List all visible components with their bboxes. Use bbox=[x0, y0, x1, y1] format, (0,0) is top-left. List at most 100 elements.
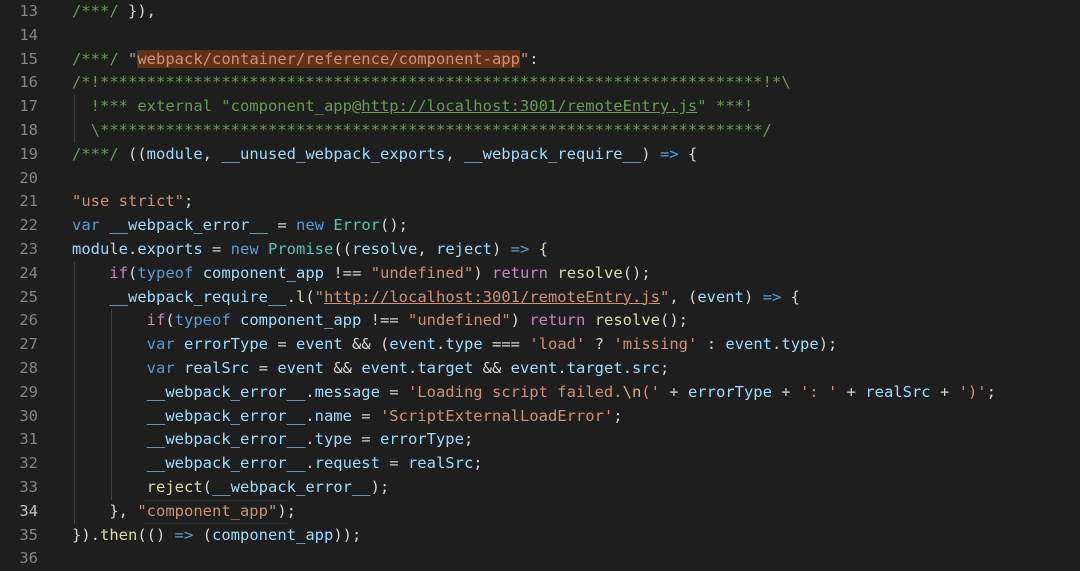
code-text: __webpack_error__.request = realSrc; bbox=[72, 452, 483, 476]
code-line[interactable]: 29 __webpack_error__.message = 'Loading … bbox=[0, 380, 1080, 405]
code-token: (( bbox=[128, 144, 147, 163]
code-token: Error bbox=[333, 216, 380, 235]
code-token: && ( bbox=[342, 335, 390, 354]
code-token: . bbox=[128, 239, 138, 258]
code-line[interactable]: 23 module.exports = new Promise((resolve,… bbox=[0, 238, 1080, 262]
line-number: 36 bbox=[19, 549, 38, 568]
code-token: " ***! bbox=[697, 97, 754, 116]
code-token: ( bbox=[193, 525, 212, 544]
code-line[interactable]: 14 bbox=[0, 24, 1080, 48]
code-token: }). bbox=[72, 525, 100, 544]
code-line[interactable]: 34 }, "component_app"); bbox=[0, 499, 1080, 524]
code-text: \***************************************… bbox=[72, 119, 772, 143]
code-token: return bbox=[529, 311, 586, 330]
code-token: realSrc bbox=[865, 382, 931, 401]
code-line[interactable]: 16 /*!***********************************… bbox=[0, 71, 1080, 95]
code-token: if bbox=[146, 311, 166, 330]
code-line[interactable]: 28 var realSrc = event && event.target &… bbox=[0, 356, 1080, 381]
code-token: && bbox=[473, 358, 511, 377]
code-text: var realSrc = event && event.target && e… bbox=[72, 357, 670, 381]
code-line[interactable]: 20 bbox=[0, 167, 1080, 191]
code-line[interactable]: 26 if(typeof component_app !== "undefine… bbox=[0, 309, 1080, 334]
line-number: 20 bbox=[19, 168, 38, 187]
code-text: if(typeof component_app !== "undefined")… bbox=[72, 309, 688, 333]
code-line[interactable]: 18 \************************************… bbox=[0, 118, 1080, 143]
code-token: . bbox=[305, 406, 315, 425]
code-line[interactable]: 32 __webpack_error__.request = realSrc; bbox=[0, 452, 1080, 476]
code-token: module bbox=[72, 239, 128, 258]
code-token: __unused_webpack_exports bbox=[221, 144, 446, 163]
code-token: = bbox=[202, 239, 231, 258]
code-line[interactable]: 33 reject(__webpack_error__); bbox=[0, 475, 1080, 500]
code-line[interactable]: 13 /***/ }), bbox=[0, 0, 1080, 24]
code-line[interactable]: 27 var errorType = event && (event.type … bbox=[0, 333, 1080, 357]
code-token: return bbox=[492, 263, 549, 282]
code-token: __webpack_require__ bbox=[463, 144, 642, 163]
code-token: ; bbox=[463, 430, 474, 449]
code-token: { bbox=[781, 287, 800, 306]
code-token: (( bbox=[333, 239, 353, 258]
code-text: __webpack_error__.name = 'ScriptExternal… bbox=[72, 405, 623, 429]
code-line[interactable]: 15 /***/ "webpack/container/reference/com… bbox=[0, 48, 1080, 72]
code-token: = bbox=[351, 430, 380, 449]
code-token: 'ScriptExternalLoadError' bbox=[379, 406, 614, 425]
code-text: /***/ ((module, __unused_webpack_exports… bbox=[72, 143, 697, 167]
code-line[interactable]: 36 bbox=[0, 547, 1080, 571]
code-token: . bbox=[622, 358, 633, 377]
line-number: 29 bbox=[19, 382, 38, 401]
code-token: ); bbox=[370, 477, 390, 496]
code-token: (' bbox=[641, 382, 660, 401]
line-number: 16 bbox=[19, 73, 38, 92]
line-number: 32 bbox=[19, 454, 38, 473]
code-line[interactable]: 24 if(typeof component_app !== "undefine… bbox=[0, 261, 1080, 286]
code-token: __webpack_error__ bbox=[212, 477, 371, 496]
code-token: ) bbox=[492, 239, 511, 258]
code-token: resolve bbox=[557, 263, 623, 282]
line-number: 27 bbox=[19, 335, 38, 354]
code-token: !*** external "component_app@ bbox=[72, 97, 362, 116]
code-token: 'Loading script failed. bbox=[407, 382, 623, 401]
code-text: "use strict"; bbox=[72, 190, 193, 214]
code-editor[interactable]: 13/***/ }), 14 15/***/ "webpack/container/… bbox=[0, 0, 1080, 567]
code-token: . bbox=[557, 358, 567, 377]
line-number: 19 bbox=[19, 144, 38, 163]
code-line[interactable]: 31 __webpack_error__.type = errorType; bbox=[0, 428, 1080, 453]
code-text: /***/ "webpack/container/reference/compo… bbox=[72, 48, 539, 72]
line-number: 25 bbox=[19, 287, 38, 306]
code-line[interactable]: 19 /***/ ((module, __unused_webpack_expor… bbox=[0, 143, 1080, 167]
code-token: "use strict" bbox=[72, 192, 184, 211]
code-token: component_app bbox=[202, 263, 325, 282]
code-token: \***************************************… bbox=[72, 120, 772, 139]
code-token: 'missing' bbox=[613, 335, 698, 354]
code-line[interactable]: 21 "use strict"; bbox=[0, 190, 1080, 214]
code-token: var bbox=[72, 216, 100, 235]
code-token: === bbox=[482, 335, 530, 354]
code-token: => bbox=[510, 239, 530, 258]
code-line[interactable]: 22 var __webpack_error__ = new Error(); bbox=[0, 214, 1080, 238]
code-line[interactable]: 25 __webpack_require__.l("http://localho… bbox=[0, 285, 1080, 310]
code-line[interactable]: 30 __webpack_error__.name = 'ScriptExter… bbox=[0, 404, 1080, 429]
code-line[interactable]: 17 !*** external "component_app@http://l… bbox=[0, 95, 1080, 119]
code-token: + bbox=[659, 382, 688, 401]
code-token: realSrc bbox=[407, 454, 474, 473]
line-number: 33 bbox=[19, 477, 38, 496]
code-line[interactable]: 35}).then(() => (component_app)); bbox=[0, 524, 1080, 548]
code-token: component_app bbox=[240, 311, 362, 330]
code-token: = bbox=[267, 216, 296, 235]
code-token: __webpack_error__ bbox=[146, 430, 306, 449]
code-token: resolve bbox=[594, 311, 661, 330]
code-token: /***/ bbox=[72, 144, 128, 163]
code-token: ? bbox=[585, 335, 614, 354]
code-token: reject bbox=[436, 239, 493, 258]
code-token: event bbox=[725, 335, 773, 354]
